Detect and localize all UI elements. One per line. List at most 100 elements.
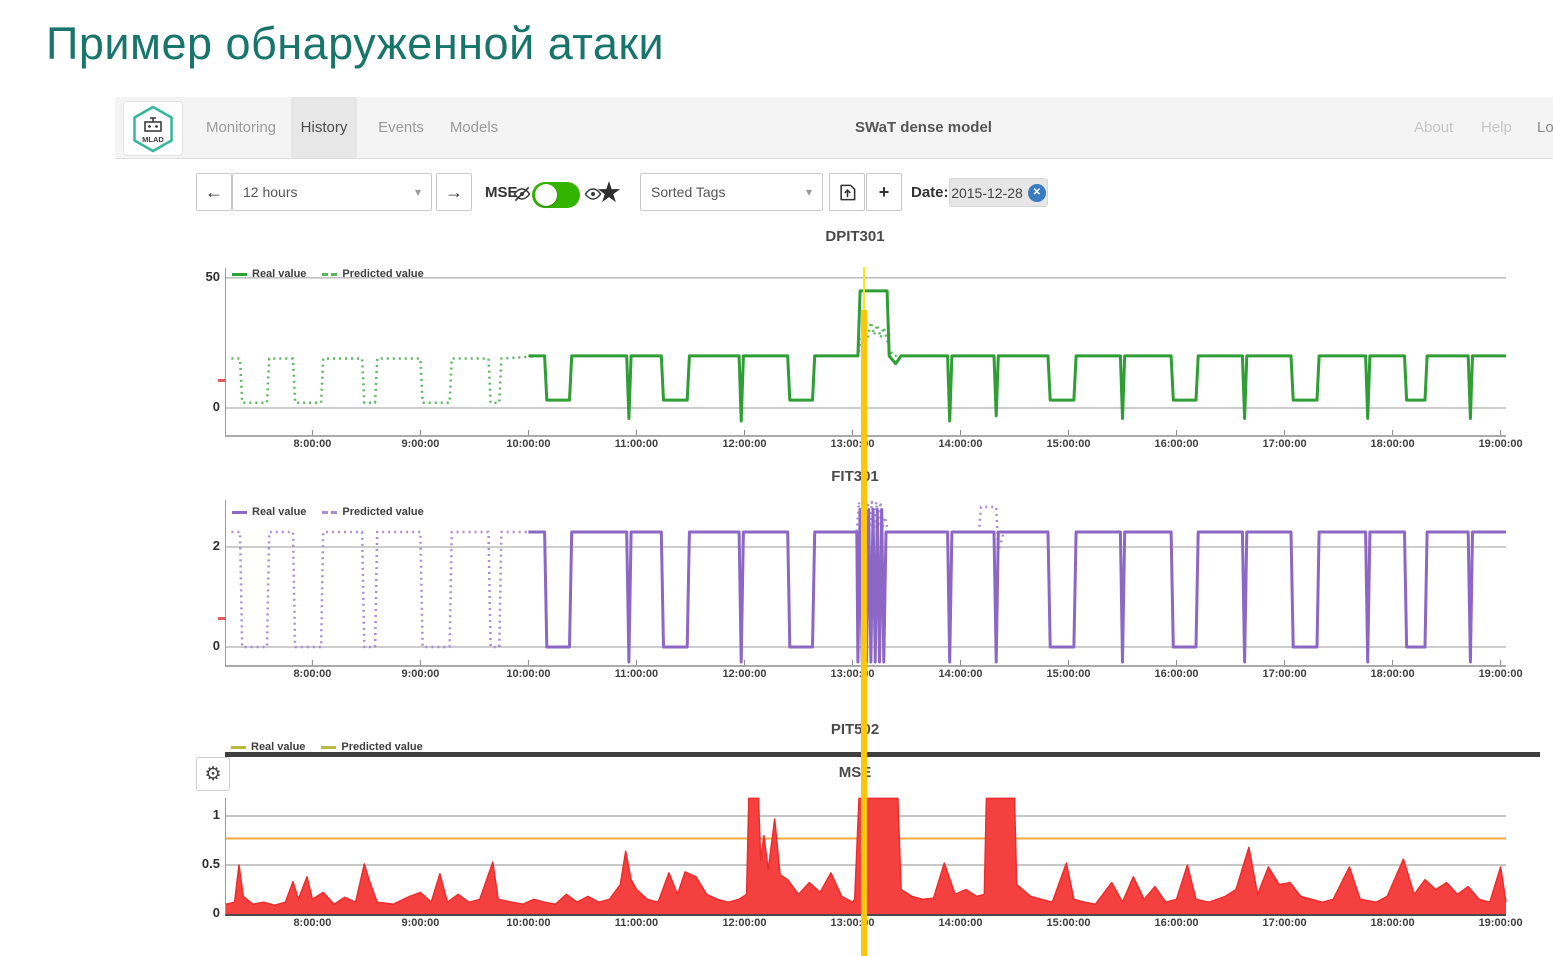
legend-real-label: Real value: [251, 741, 305, 753]
tags-select[interactable]: Sorted Tags ▾: [640, 173, 823, 211]
eye-off-icon[interactable]: [512, 184, 532, 204]
favorites-star-icon[interactable]: ★: [596, 174, 622, 212]
mse-xtick-label: 12:00:00: [712, 917, 776, 929]
svg-text:MLAD: MLAD: [142, 135, 164, 144]
legend-real-label: Real value: [252, 506, 306, 518]
fit301-xtick-label: 8:00:00: [280, 668, 344, 680]
interval-select[interactable]: 12 hours ▾: [232, 173, 432, 211]
toggle-knob: [535, 184, 557, 206]
chart-legend-pit502: Real value Predicted value: [231, 741, 423, 753]
gear-icon: ⚙: [204, 763, 221, 786]
fit301-xtick-label: 11:00:00: [604, 668, 668, 680]
chart-legend: Real value Predicted value: [232, 506, 424, 518]
fit301-ytick-label: 0: [188, 638, 220, 653]
plus-icon: +: [879, 182, 890, 203]
legend-predicted-label: Predicted value: [342, 506, 423, 518]
date-chip-remove-button[interactable]: ✕: [1028, 184, 1046, 202]
dpit301-xtick-label: 15:00:00: [1037, 438, 1101, 450]
date-chip-value: 2015-12-28: [951, 185, 1023, 201]
tab-monitoring[interactable]: Monitoring: [205, 97, 277, 158]
logo-hexagon-icon: MLAD: [130, 104, 176, 154]
interval-value: 12 hours: [243, 184, 297, 200]
dpit301-ytick-label: 0: [188, 399, 220, 414]
fit301-ytick-label: 2: [188, 538, 220, 553]
legend-swatch-predicted: [321, 746, 336, 749]
settings-button[interactable]: ⚙: [196, 757, 230, 791]
legend-swatch-real: [232, 511, 247, 514]
mse-ytick-label: 0.5: [188, 856, 220, 871]
dpit301-ytick-label: 50: [188, 269, 220, 284]
fit301-xtick-label: 14:00:00: [929, 668, 993, 680]
fit301-axis-marker: [218, 617, 226, 620]
mse-xtick-label: 19:00:00: [1469, 917, 1533, 929]
mse-xtick-label: 9:00:00: [388, 917, 452, 929]
save-tags-button[interactable]: [829, 173, 865, 211]
fit301-xtick-label: 13:00:00: [820, 668, 884, 680]
legend-swatch-predicted: [322, 273, 337, 276]
legend-swatch-real: [231, 746, 246, 749]
add-chart-button[interactable]: +: [866, 173, 902, 211]
fit301-xtick-label: 17:00:00: [1253, 668, 1317, 680]
mse-ytick-label: 0: [188, 905, 220, 920]
dpit301-xtick-label: 9:00:00: [388, 438, 452, 450]
dpit301-xtick-label: 14:00:00: [929, 438, 993, 450]
dpit301-xtick-label: 18:00:00: [1361, 438, 1425, 450]
arrow-right-icon: →: [445, 182, 463, 203]
tab-history[interactable]: History: [291, 97, 357, 158]
dpit301-xtick-label: 12:00:00: [712, 438, 776, 450]
dpit301-axis-marker: [218, 379, 226, 382]
chevron-down-icon: ▾: [806, 185, 812, 199]
dpit301-xtick-label: 10:00:00: [496, 438, 560, 450]
fit301-xtick-label: 9:00:00: [388, 668, 452, 680]
dpit301-xtick-label: 8:00:00: [280, 438, 344, 450]
arrow-left-icon: ←: [205, 182, 223, 203]
legend-predicted-label: Predicted value: [342, 268, 423, 280]
mse-xtick-label: 11:00:00: [604, 917, 668, 929]
fit301-xtick-label: 16:00:00: [1145, 668, 1209, 680]
tab-events[interactable]: Events: [373, 97, 429, 158]
link-about[interactable]: About: [1414, 97, 1453, 158]
chart-legend: Real value Predicted value: [232, 268, 424, 280]
time-cursor-line[interactable]: [861, 310, 867, 956]
close-icon: ✕: [1033, 187, 1041, 198]
dpit301-xtick-label: 19:00:00: [1469, 438, 1533, 450]
prev-interval-button[interactable]: ←: [196, 173, 232, 211]
mlad-logo[interactable]: MLAD: [123, 101, 183, 156]
model-title: SWaT dense model: [855, 97, 992, 158]
mse-xtick-label: 18:00:00: [1361, 917, 1425, 929]
mse-xtick-label: 8:00:00: [280, 917, 344, 929]
date-label: Date:: [911, 184, 949, 201]
mse-xtick-label: 17:00:00: [1253, 917, 1317, 929]
mse-visibility-toggle[interactable]: [532, 182, 580, 208]
tab-models[interactable]: Models: [445, 97, 503, 158]
date-chip: 2015-12-28 ✕: [949, 178, 1048, 207]
legend-swatch-real: [232, 273, 247, 276]
app-navbar: MLAD Monitoring History Events Models SW…: [115, 97, 1553, 159]
mse-ytick-label: 1: [188, 807, 220, 822]
dpit301-xtick-label: 17:00:00: [1253, 438, 1317, 450]
chart-title-dpit301: DPIT301: [755, 228, 955, 245]
slide-title: Пример обнаруженной атаки: [46, 18, 664, 70]
mse-xtick-label: 16:00:00: [1145, 917, 1209, 929]
fit301-xtick-label: 19:00:00: [1469, 668, 1533, 680]
fit301-xtick-label: 18:00:00: [1361, 668, 1425, 680]
time-cursor-line-top[interactable]: [863, 267, 865, 312]
chart-title-pit502: PIT502: [755, 721, 955, 738]
fit301-xtick-label: 15:00:00: [1037, 668, 1101, 680]
chart-title-fit301: FIT301: [755, 468, 955, 485]
mse-xtick-label: 13:00:00: [820, 917, 884, 929]
next-interval-button[interactable]: →: [436, 173, 472, 211]
legend-predicted-label: Predicted value: [341, 741, 422, 753]
save-icon: [838, 183, 857, 202]
chevron-down-icon: ▾: [415, 185, 421, 199]
mse-xtick-label: 15:00:00: [1037, 917, 1101, 929]
legend-real-label: Real value: [252, 268, 306, 280]
dpit301-xtick-label: 13:00:00: [820, 438, 884, 450]
mse-xtick-label: 14:00:00: [929, 917, 993, 929]
link-logout[interactable]: Lo: [1537, 97, 1553, 158]
dpit301-xtick-label: 11:00:00: [604, 438, 668, 450]
chart-title-mse: MSE: [755, 764, 955, 781]
tags-value: Sorted Tags: [651, 184, 725, 200]
slide: Пример обнаруженной атаки MLAD Monitorin…: [0, 0, 1553, 956]
link-help[interactable]: Help: [1481, 97, 1512, 158]
